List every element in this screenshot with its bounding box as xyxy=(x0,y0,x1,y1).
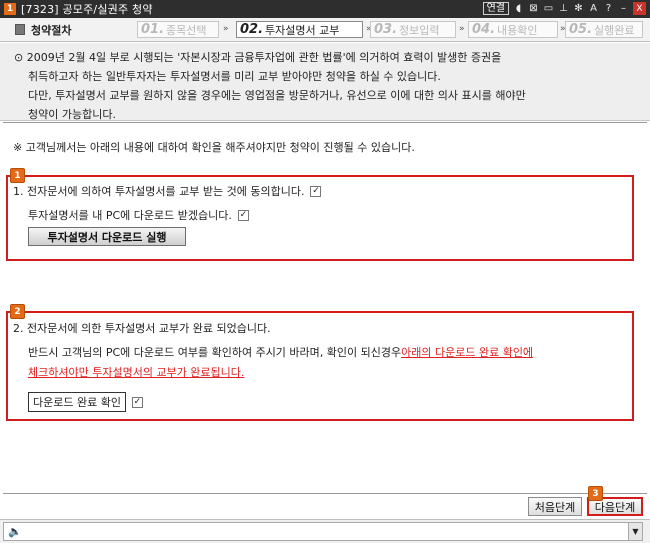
consent-text: 1. 전자문서에 의하여 투자설명서를 교부 받는 것에 동의합니다. xyxy=(13,185,305,198)
step-bar-title: 청약절차 xyxy=(31,23,72,37)
instruction-text: 반드시 고객님의 PC에 다운로드 여부를 확인하여 주시기 바라며, 확인이 … xyxy=(28,346,402,359)
step-separator: » xyxy=(223,24,229,34)
notice-line-2: 취득하고자 하는 일반투자자는 투자설명서를 미리 교부 받아야만 청약을 하실… xyxy=(28,70,441,83)
section-2-badge: 2 xyxy=(10,304,25,319)
instruction-red-text-2: 체크하셔야만 투자설명서의 교부가 완료됩니다. xyxy=(28,366,245,379)
footer-bar: 처음단계 다음단계 3 xyxy=(3,486,647,518)
status-dropdown-button[interactable]: ▼ xyxy=(628,523,642,540)
step-number: 02. xyxy=(240,22,264,37)
next-step-badge: 3 xyxy=(588,486,603,501)
window-number-badge: 1 xyxy=(4,3,16,15)
step-3: 03. 정보입력 xyxy=(370,21,456,38)
settings-icon[interactable]: ✻ xyxy=(573,3,584,14)
consent-row: 1. 전자문서에 의하여 투자설명서를 교부 받는 것에 동의합니다. ✓ xyxy=(13,183,322,199)
instruction-row-2: 체크하셔야만 투자설명서의 교부가 완료됩니다. xyxy=(28,364,244,380)
step-separator: » xyxy=(459,24,465,34)
first-step-button[interactable]: 처음단계 xyxy=(528,497,582,516)
download-complete-label[interactable]: 다운로드 완료 확인 xyxy=(28,392,126,412)
document-icon xyxy=(15,24,25,35)
consent-checkbox[interactable]: ✓ xyxy=(310,185,322,197)
complete-text: 2. 전자문서에 의한 투자설명서 교부가 완료 되었습니다. xyxy=(13,322,271,335)
step-label: 종목선택 xyxy=(166,23,207,37)
notice-text-1: 2009년 2월 4일 부로 시행되는 '자본시장과 금융투자업에 관한 법률'… xyxy=(26,51,502,64)
speaker-icon: 🔈 xyxy=(8,525,22,538)
notice-panel: ⊙ 2009년 2월 4일 부로 시행되는 '자본시장과 금융투자업에 관한 법… xyxy=(0,43,650,121)
notice-line-3: 다만, 투자설명서 교부를 원하지 않을 경우에는 영업점을 방문하거나, 유선… xyxy=(28,89,526,102)
complete-row: 2. 전자문서에 의한 투자설명서 교부가 완료 되었습니다. xyxy=(13,320,271,336)
main-content: ※ 고객님께서는 아래의 내용에 대하여 확인을 해주셔야지만 청약이 진행될 … xyxy=(3,122,647,492)
step-number: 04. xyxy=(472,22,496,37)
step-label: 내용확인 xyxy=(497,23,538,37)
window-title: [7323] 공모주/실권주 청약 xyxy=(21,3,153,16)
circle-bullet-icon: ⊙ xyxy=(14,51,24,64)
close-button[interactable]: X xyxy=(633,2,646,15)
step-4: 04. 내용확인 xyxy=(468,21,558,38)
instruction-row: 반드시 고객님의 PC에 다운로드 여부를 확인하여 주시기 바라며, 확인이 … xyxy=(28,344,533,360)
notice-line-1: ⊙ 2009년 2월 4일 부로 시행되는 '자본시장과 금융투자업에 관한 법… xyxy=(14,48,640,67)
confirm-row: 다운로드 완료 확인 ✓ xyxy=(28,392,143,412)
step-1: 01. 종목선택 xyxy=(137,21,219,38)
step-5: 05. 실행완료 xyxy=(565,21,643,38)
step-number: 05. xyxy=(569,22,593,37)
download-pc-text: 투자설명서를 내 PC에 다운로드 받겠습니다. xyxy=(28,209,232,222)
pin-icon[interactable]: ⊥ xyxy=(558,3,569,14)
step-2: 02. 투자설명서 교부 xyxy=(236,21,363,38)
instruction-red-text: 아래의 다운로드 완료 확인에 xyxy=(401,346,534,359)
step-label: 투자설명서 교부 xyxy=(265,23,340,37)
font-size-icon[interactable]: A xyxy=(588,3,599,14)
grid-icon[interactable]: ⊠ xyxy=(528,3,539,14)
window-titlebar: 1 [7323] 공모주/실권주 청약 연결 ◖ ⊠ ▭ ⊥ ✻ A ? – X xyxy=(0,0,650,18)
section-1-badge: 1 xyxy=(10,168,25,183)
download-prospectus-button[interactable]: 투자설명서 다운로드 실행 xyxy=(28,227,186,246)
step-label: 실행완료 xyxy=(594,23,635,37)
download-pc-checkbox[interactable]: ✓ xyxy=(237,209,249,221)
minimize-icon[interactable]: – xyxy=(618,3,629,14)
mouse-icon[interactable]: ◖ xyxy=(513,3,524,14)
step-number: 03. xyxy=(374,22,398,37)
step-bar: 청약절차 01. 종목선택 » 02. 투자설명서 교부 » 03. 정보입력 … xyxy=(0,18,650,42)
help-icon[interactable]: ? xyxy=(603,3,614,14)
window-icon[interactable]: ▭ xyxy=(543,3,554,14)
link-button[interactable]: 연결 xyxy=(482,2,509,15)
step-label: 정보입력 xyxy=(399,23,440,37)
download-complete-checkbox[interactable]: ✓ xyxy=(131,396,143,408)
step-number: 01. xyxy=(141,22,165,37)
intro-text: ※ 고객님께서는 아래의 내용에 대하여 확인을 해주셔야지만 청약이 진행될 … xyxy=(13,141,415,154)
status-message-box: 🔈 ▼ xyxy=(3,522,643,541)
download-pc-row: 투자설명서를 내 PC에 다운로드 받겠습니다. ✓ xyxy=(28,207,249,223)
status-bar: 🔈 ▼ xyxy=(0,519,650,543)
titlebar-controls: 연결 ◖ ⊠ ▭ ⊥ ✻ A ? – X xyxy=(482,2,646,15)
